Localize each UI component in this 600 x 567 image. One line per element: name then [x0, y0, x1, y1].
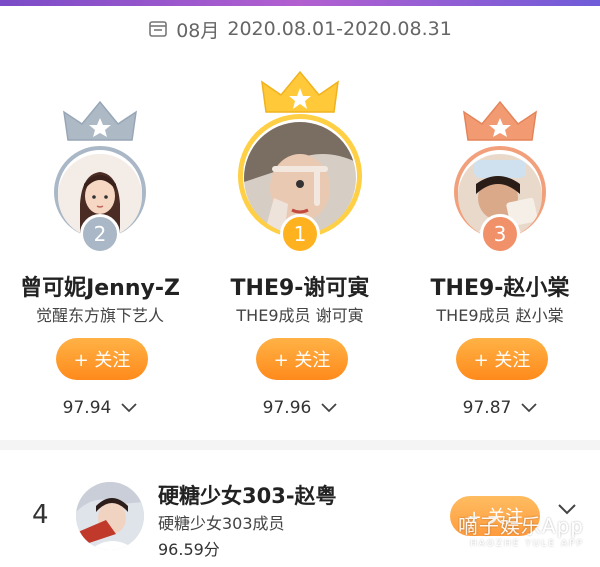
chevron-down-icon [321, 403, 337, 413]
calendar-icon [148, 20, 168, 38]
podium-rank-1[interactable]: 1 THE9-谢可寅 THE9成员 谢可寅 + 关注 97.96 [200, 70, 400, 430]
score-value: 97.96 [262, 398, 312, 418]
top-accent-bar [0, 0, 600, 6]
artist-name[interactable]: THE9-谢可寅 [200, 270, 400, 302]
rank-badge: 3 [480, 214, 520, 254]
score-value: 96.59分 [158, 540, 220, 559]
artist-name[interactable]: THE9-赵小棠 [400, 270, 600, 302]
artist-name[interactable]: 硬糖少女303-赵粤 [158, 480, 337, 510]
podium-rank-2[interactable]: 2 曾可妮Jenny-Z 觉醒东方旗下艺人 + 关注 97.94 [0, 70, 200, 430]
score-value: 97.94 [62, 398, 112, 418]
period-range: 2020.08.01-2020.08.31 [227, 18, 452, 40]
crown-icon [463, 100, 537, 141]
crown-icon [261, 70, 339, 113]
watermark: 嘀子娱乐App HAOZHE YULE APP [458, 510, 584, 549]
follow-button[interactable]: + 关注 [256, 338, 348, 380]
rank-badge: 1 [280, 214, 320, 254]
score-toggle[interactable]: 97.96 [200, 398, 400, 418]
score-value: 97.87 [462, 398, 512, 418]
podium-rank-3[interactable]: 3 THE9-赵小棠 THE9成员 赵小棠 + 关注 97.87 [400, 70, 600, 430]
period-month: 08月 [176, 19, 220, 42]
watermark-subtext: HAOZHE YULE APP [470, 539, 584, 549]
follow-button[interactable]: + 关注 [456, 338, 548, 380]
artist-name[interactable]: 曾可妮Jenny-Z [0, 270, 200, 302]
chevron-down-icon [521, 403, 537, 413]
rank-number: 4 [32, 500, 49, 530]
score-toggle[interactable]: 97.87 [400, 398, 600, 418]
rank-badge: 2 [80, 214, 120, 254]
avatar[interactable] [76, 482, 144, 550]
follow-button[interactable]: + 关注 [56, 338, 148, 380]
score-toggle[interactable]: 97.94 [0, 398, 200, 418]
crown-icon [63, 100, 137, 141]
list-item[interactable]: 4 硬糖少女303-赵粤 硬糖少女303成员 96.59分 + 关注 [0, 450, 600, 567]
watermark-text: 嘀子娱乐App [457, 514, 584, 538]
artist-subtitle: THE9成员 赵小棠 [436, 306, 564, 325]
date-range: 08月 2020.08.01-2020.08.31 [0, 14, 600, 44]
artist-subtitle: 硬糖少女303成员 [158, 514, 285, 533]
chevron-down-icon [121, 403, 137, 413]
section-divider [0, 440, 600, 450]
artist-subtitle: 觉醒东方旗下艺人 [35, 306, 164, 325]
artist-subtitle: THE9成员 谢可寅 [236, 306, 364, 325]
